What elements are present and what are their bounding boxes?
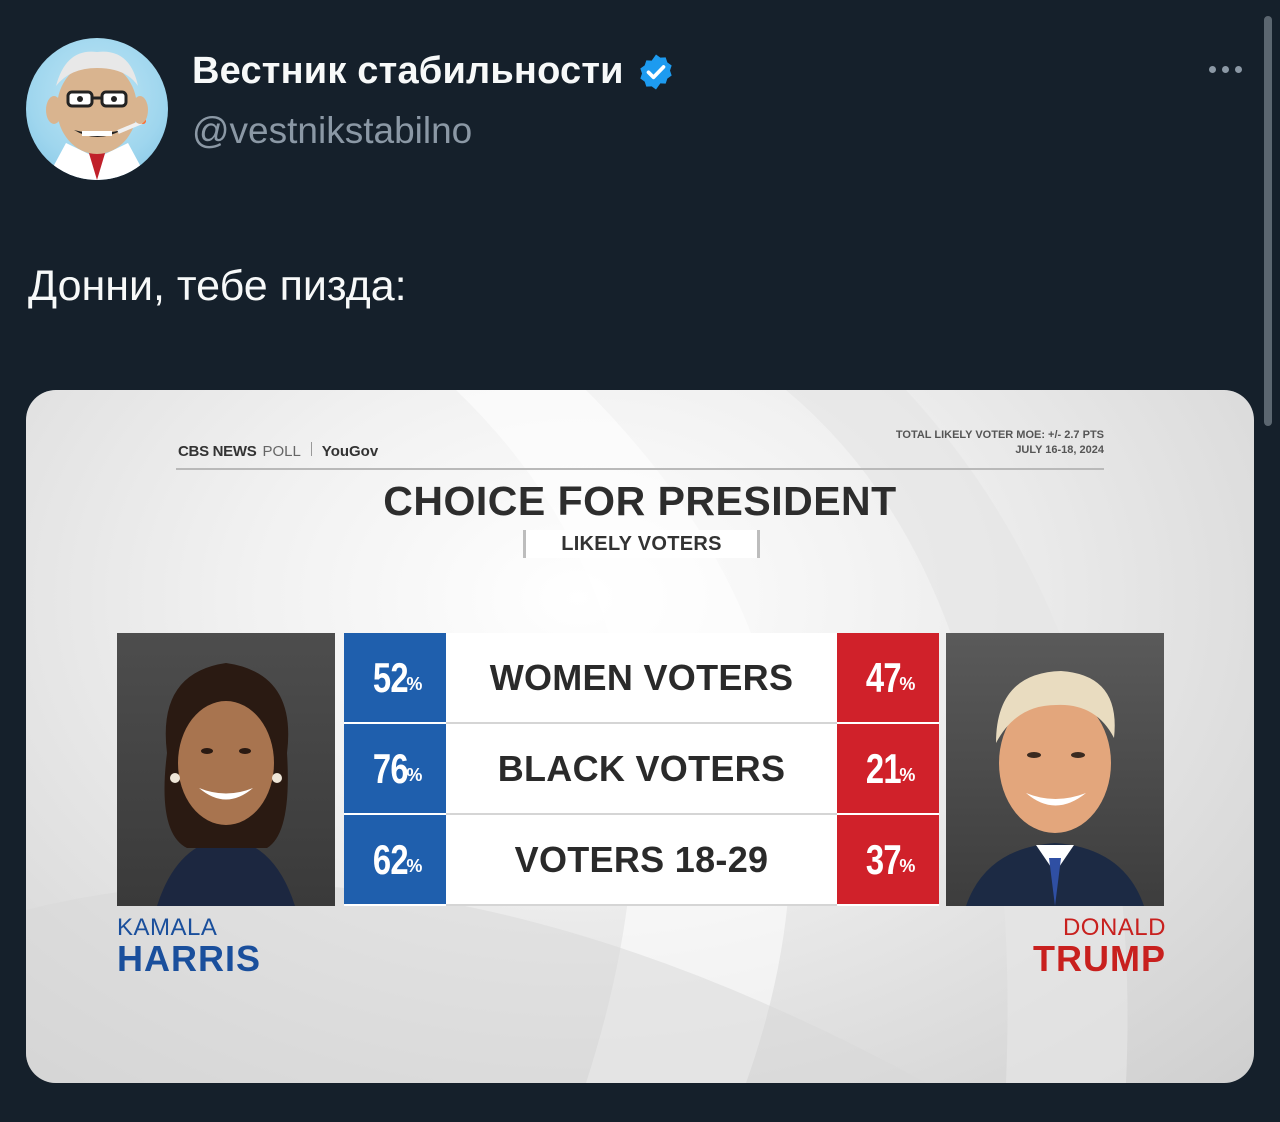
author-name-row[interactable]: Вестник стабильности (192, 50, 676, 93)
graphic-headline: CHOICE FOR PRESIDENT (383, 478, 897, 524)
divider (176, 468, 1104, 470)
verified-badge-icon (640, 54, 672, 89)
poll-dates: JULY 16-18, 2024 (1015, 444, 1104, 456)
author-display-name[interactable]: Вестник стабильности (192, 50, 624, 93)
margin-of-error: TOTAL LIKELY VOTER MOE: +/- 2.7 PTS JULY… (896, 428, 1104, 458)
row-label: WOMEN VOTERS (446, 633, 837, 724)
harris-photo (117, 633, 335, 906)
results-table: 52% WOMEN VOTERS 47% 76% BLACK VOTERS 21… (344, 633, 939, 906)
harris-name: KAMALA HARRIS (117, 916, 261, 978)
dot-icon (1209, 66, 1216, 73)
table-row: 76% BLACK VOTERS 21% (344, 724, 939, 815)
percent-sign: % (406, 674, 423, 694)
poll-word: POLL (262, 443, 301, 460)
table-row: 62% VOTERS 18-29 37% (344, 815, 939, 906)
percent-sign: % (406, 856, 423, 876)
harris-percent: 76% (344, 724, 446, 815)
harris-value: 76 (372, 744, 409, 792)
harris-value: 62 (372, 835, 409, 883)
trump-value: 47 (865, 653, 902, 701)
trump-first-name: DONALD (1062, 914, 1166, 941)
scrollbar[interactable] (1264, 16, 1272, 426)
dot-icon (1235, 66, 1242, 73)
tweet: Вестник стабильности @vestnikstabilno До… (0, 0, 1280, 1122)
poll-source: CBS NEWS POLL YouGov (178, 442, 378, 460)
cbs-logo: CBS NEWS (178, 443, 257, 460)
harris-value: 52 (372, 653, 409, 701)
harris-first-name: KAMALA (117, 914, 218, 941)
trump-last-name: TRUMP (1033, 938, 1166, 979)
percent-sign: % (899, 856, 916, 876)
table-row: 52% WOMEN VOTERS 47% (344, 633, 939, 724)
divider (310, 442, 312, 456)
harris-percent: 52% (344, 633, 446, 724)
tweet-media-image[interactable]: CBS NEWS POLL YouGov TOTAL LIKELY VOTER … (26, 390, 1254, 1083)
trump-percent: 21% (837, 724, 939, 815)
percent-sign: % (406, 765, 423, 785)
trump-value: 21 (865, 744, 902, 792)
harris-last-name: HARRIS (117, 938, 262, 979)
row-label: VOTERS 18-29 (446, 815, 837, 906)
trump-percent: 37% (837, 815, 939, 906)
harris-percent: 62% (344, 815, 446, 906)
percent-sign: % (899, 674, 916, 694)
row-label: BLACK VOTERS (446, 724, 837, 815)
tweet-text: Донни, тебе пизда: (28, 262, 407, 310)
trump-name: DONALD TRUMP (946, 916, 1166, 978)
trump-photo (946, 633, 1164, 906)
more-options-button[interactable] (1203, 60, 1248, 79)
graphic-subhead: LIKELY VOTERS (523, 530, 760, 558)
author-handle[interactable]: @vestnikstabilno (192, 110, 472, 152)
avatar[interactable] (26, 38, 168, 180)
yougov-logo: YouGov (321, 443, 379, 460)
cartoon-avatar-icon (46, 51, 148, 180)
trump-percent: 47% (837, 633, 939, 724)
trump-value: 37 (865, 835, 902, 883)
dot-icon (1222, 66, 1229, 73)
moe-line: TOTAL LIKELY VOTER MOE: +/- 2.7 PTS (895, 429, 1104, 441)
percent-sign: % (899, 765, 916, 785)
